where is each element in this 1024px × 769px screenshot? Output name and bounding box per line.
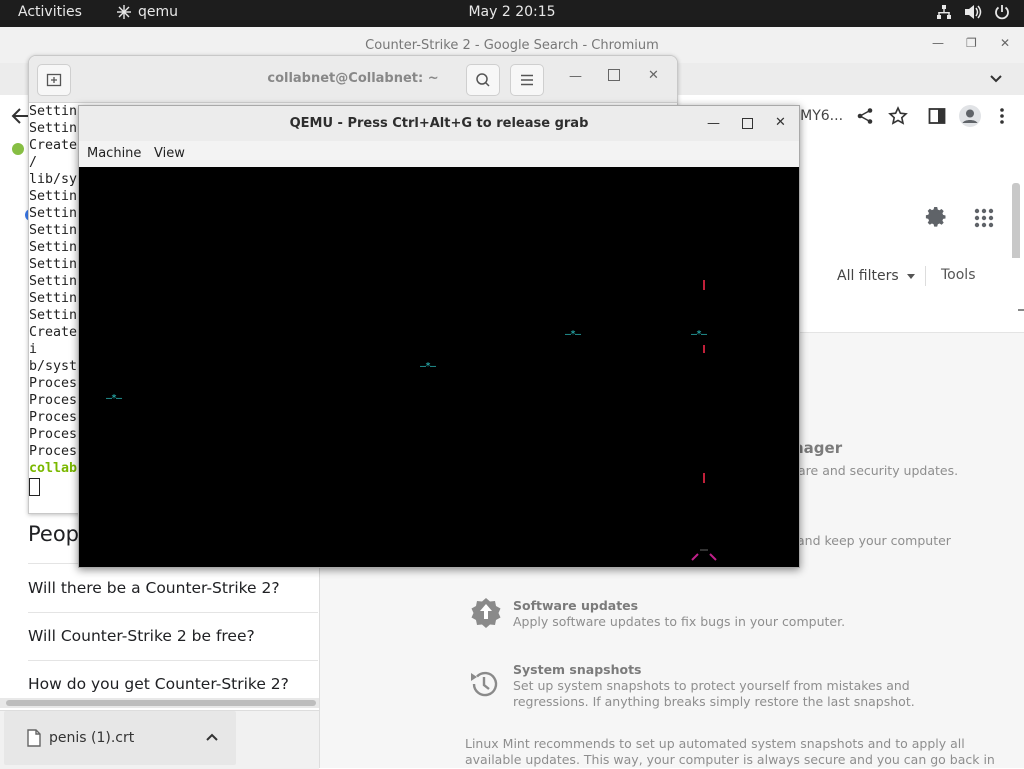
guest-entity-sprite: —*—: [691, 329, 707, 340]
guest-red-marker: [703, 280, 705, 290]
guest-entity-sprite: —*—: [106, 393, 122, 404]
qemu-guest-display[interactable]: —*— —*— —*— —*—: [79, 167, 799, 567]
tools-button[interactable]: Tools: [941, 267, 976, 283]
tab-search-chevron-icon[interactable]: [988, 73, 1004, 85]
chromium-window-title: Counter-Strike 2 - Google Search - Chrom…: [365, 38, 659, 53]
people-also-ask-heading: Peop: [28, 522, 80, 546]
share-icon[interactable]: [856, 107, 874, 125]
system-snapshots-desc-2: regressions. If anything breaks simply r…: [513, 694, 915, 709]
chevron-up-icon[interactable]: [206, 733, 218, 741]
guest-entity-sprite: —*—: [565, 329, 581, 340]
gnome-top-bar: Activities qemu May 2 20:15: [0, 0, 1024, 27]
update-manager-desc: are and security updates.: [798, 463, 959, 478]
chromium-minimize-button[interactable]: —: [932, 36, 944, 50]
filters-divider: [925, 266, 926, 286]
qemu-window[interactable]: QEMU - Press Ctrl+Alt+G to release grab …: [78, 105, 800, 568]
chromium-restore-button[interactable]: ❐: [966, 36, 977, 50]
side-panel-icon[interactable]: [928, 107, 946, 125]
qemu-minimize-button[interactable]: —: [707, 116, 720, 131]
volume-icon[interactable]: [964, 4, 982, 20]
system-snapshots-icon: [471, 671, 498, 697]
panel-header-mark: [1018, 309, 1024, 311]
qemu-close-button[interactable]: ✕: [775, 115, 786, 130]
chromium-menu-icon[interactable]: [998, 107, 1006, 125]
system-tray[interactable]: [936, 4, 1010, 20]
hamburger-menu-icon: [521, 74, 533, 86]
download-item[interactable]: penis (1).crt: [4, 711, 236, 765]
settings-gear-icon[interactable]: [925, 205, 949, 229]
qemu-maximize-button[interactable]: [742, 118, 753, 129]
software-updates-desc: Apply software updates to fix bugs in yo…: [513, 614, 846, 629]
terminal-cursor: [29, 478, 40, 496]
terminal-maximize-button[interactable]: [608, 69, 620, 81]
qemu-menubar: Machine View: [79, 141, 799, 168]
menu-view[interactable]: View: [154, 146, 185, 161]
paa-question-2[interactable]: Will Counter-Strike 2 be free?: [28, 627, 255, 645]
paa-question-3[interactable]: How do you get Counter-Strike 2?: [28, 675, 289, 693]
all-filters-button[interactable]: All filters: [837, 268, 915, 284]
linux-mint-favicon-icon: [12, 143, 24, 155]
paa-question-1[interactable]: Will there be a Counter-Strike 2?: [28, 579, 280, 597]
google-apps-grid-icon[interactable]: [974, 208, 994, 228]
network-icon[interactable]: [936, 4, 952, 20]
dropdown-caret-icon: [906, 273, 915, 279]
update-manager-title: nager: [793, 439, 843, 457]
terminal-headerbar: collabnet@Collabnet: ~ — ✕: [29, 56, 677, 103]
chromium-close-button[interactable]: ✕: [1000, 36, 1010, 50]
qemu-window-title: QEMU - Press Ctrl+Alt+G to release grab: [289, 116, 589, 131]
clock[interactable]: May 2 20:15: [0, 4, 1024, 20]
menu-machine[interactable]: Machine: [87, 146, 141, 161]
recommendation-line-1: Linux Mint recommends to set up automate…: [465, 736, 965, 751]
guest-red-marker: [703, 345, 705, 353]
qemu-titlebar: QEMU - Press Ctrl+Alt+G to release grab …: [79, 106, 799, 142]
keep-computer-desc: and keep your computer: [797, 533, 951, 548]
bookmark-star-icon[interactable]: [888, 106, 908, 126]
address-bar-url[interactable]: IMY6...: [796, 108, 843, 124]
terminal-search-button[interactable]: [466, 64, 500, 96]
file-icon: [27, 729, 41, 747]
horizontal-scrollbar-thumb[interactable]: [6, 700, 316, 706]
software-updates-icon: [471, 598, 501, 628]
paa-separator: [28, 612, 318, 613]
software-updates-title: Software updates: [513, 598, 639, 613]
all-filters-label: All filters: [837, 268, 899, 284]
profile-avatar-icon[interactable]: [958, 104, 982, 128]
system-snapshots-desc-1: Set up system snapshots to protect yours…: [513, 678, 910, 693]
terminal-menu-button[interactable]: [510, 64, 544, 96]
recommendation-line-2: available updates. This way, your comput…: [465, 752, 995, 767]
power-icon[interactable]: [994, 4, 1010, 20]
paa-separator: [28, 660, 318, 661]
terminal-minimize-button[interactable]: —: [569, 69, 582, 84]
terminal-close-button[interactable]: ✕: [648, 68, 659, 83]
guest-red-marker: [703, 473, 705, 483]
search-icon: [476, 73, 490, 87]
back-arrow-icon[interactable]: [10, 107, 30, 125]
guest-entity-sprite: —*—: [420, 361, 436, 372]
system-snapshots-title: System snapshots: [513, 662, 642, 677]
guest-crosshair-sprite: [691, 549, 717, 561]
download-filename: penis (1).crt: [49, 730, 135, 746]
horizontal-scrollbar[interactable]: [0, 698, 319, 708]
